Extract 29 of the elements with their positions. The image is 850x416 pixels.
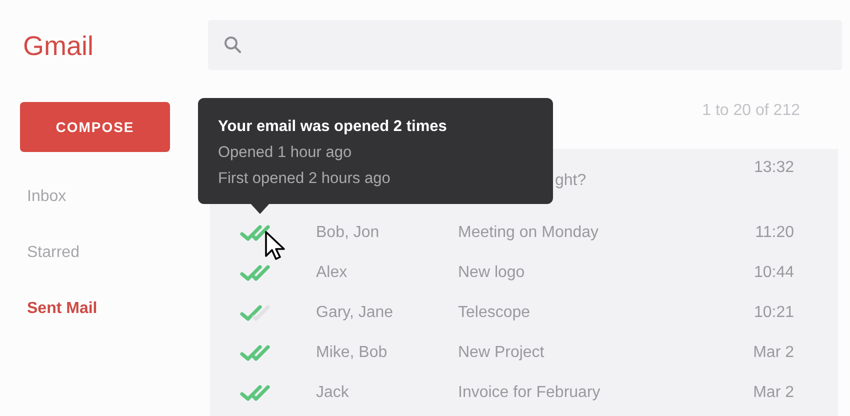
email-subject: ght? [555,172,586,189]
email-time: 10:21 [754,304,794,321]
sidebar-item[interactable]: Starred [27,242,188,264]
sidebar-item[interactable]: Inbox [27,186,188,208]
compose-button[interactable]: COMPOSE [20,102,170,152]
email-subject: New Project [458,344,544,361]
email-time: Mar 2 [753,384,794,401]
recipients: Alex [316,264,348,281]
tooltip-text: Opened 1 hour ago [218,143,352,163]
recipients: Jack [316,384,349,401]
email-time: 10:44 [754,264,794,281]
recipients: Bob, Jon [316,224,380,241]
recipients: Gary, Jane [316,304,394,321]
email-time: 13:32 [754,159,794,176]
email-subject: New logo [458,264,525,281]
search-field[interactable] [208,20,842,70]
logo: Gmail [22,30,94,63]
tooltip-text: First opened 2 hours ago [218,169,390,189]
cursor-icon [265,231,287,261]
email-subject: Meeting on Monday [458,224,599,241]
email-subject: Invoice for February [458,384,600,401]
tooltip-title: Your email was opened 2 times [218,117,447,137]
sidebar-item[interactable]: Sent Mail [27,298,188,320]
email-subject: Telescope [458,304,530,321]
search-icon [224,36,242,54]
recipients: Mike, Bob [316,344,388,361]
email-time: 11:20 [755,224,794,241]
email-time: Mar 2 [753,344,794,361]
pagination-text: 1 to 20 of 212 [702,102,800,119]
